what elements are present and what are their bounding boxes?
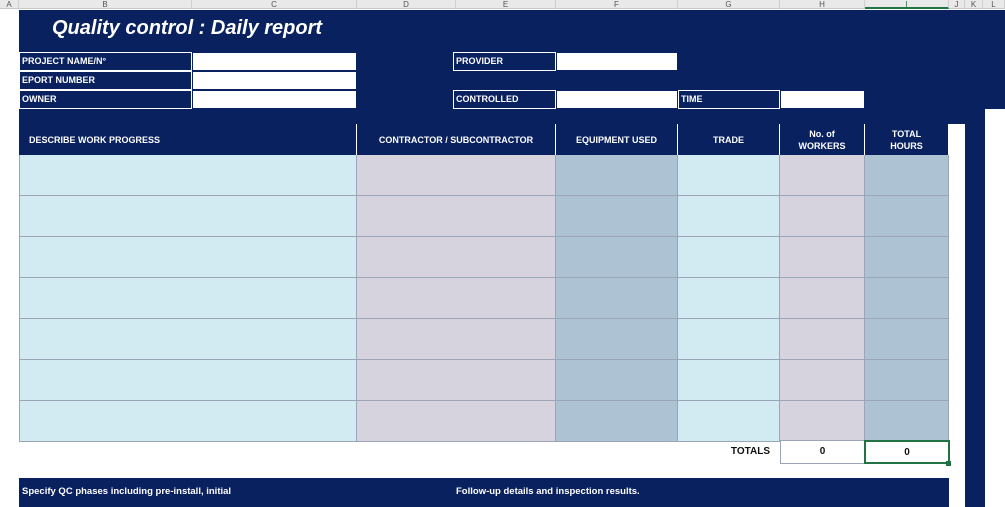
report-number-label: EPORT NUMBER [19, 71, 192, 90]
spreadsheet: A B C D E F G H I J K L Quality control … [0, 0, 1005, 507]
provider-label: PROVIDER [453, 52, 556, 71]
footer-follow-up: Follow-up details and inspection results… [456, 486, 640, 497]
column-header-a[interactable]: A [0, 0, 19, 9]
header-equipment: EQUIPMENT USED [556, 124, 678, 155]
describe-cell[interactable] [19, 401, 357, 442]
header-hours: TOTAL HOURS [865, 124, 949, 155]
contractor-cell[interactable] [357, 278, 556, 319]
column-header-k[interactable]: K [965, 0, 983, 9]
hours-cell[interactable] [865, 278, 949, 319]
column-header-j[interactable]: J [949, 0, 965, 9]
equipment-cell[interactable] [556, 196, 678, 237]
trade-cell[interactable] [678, 360, 780, 401]
equipment-cell[interactable] [556, 278, 678, 319]
workers-cell[interactable] [780, 319, 865, 360]
project-name-label: PROJECT NAME/N° [19, 52, 192, 71]
column-header-b[interactable]: B [19, 0, 192, 9]
equipment-cell[interactable] [556, 319, 678, 360]
equipment-cell[interactable] [556, 237, 678, 278]
contractor-cell[interactable] [357, 319, 556, 360]
report-number-field[interactable] [192, 71, 357, 90]
report-title: Quality control : Daily report [52, 17, 323, 39]
column-header-i[interactable]: I [865, 0, 949, 9]
project-name-field[interactable] [192, 52, 357, 71]
trade-cell[interactable] [678, 319, 780, 360]
describe-cell[interactable] [19, 319, 357, 360]
hours-cell[interactable] [865, 360, 949, 401]
hours-cell[interactable] [865, 196, 949, 237]
equipment-cell[interactable] [556, 360, 678, 401]
time-label: TIME [678, 90, 780, 109]
trade-cell[interactable] [678, 155, 780, 196]
contractor-cell[interactable] [357, 401, 556, 442]
column-header-l[interactable]: L [983, 0, 1005, 9]
describe-cell[interactable] [19, 278, 357, 319]
contractor-cell[interactable] [357, 155, 556, 196]
right-margin-band [965, 109, 985, 507]
describe-cell[interactable] [19, 237, 357, 278]
workers-cell[interactable] [780, 155, 865, 196]
workers-cell[interactable] [780, 196, 865, 237]
totals-label: TOTALS [730, 446, 770, 457]
header-contractor: CONTRACTOR / SUBCONTRACTOR [357, 124, 556, 155]
describe-cell[interactable] [19, 155, 357, 196]
column-header-bar: A B C D E F G H I J K L [0, 0, 1005, 9]
workers-cell[interactable] [780, 401, 865, 442]
workers-cell[interactable] [780, 278, 865, 319]
column-header-e[interactable]: E [456, 0, 556, 9]
header-trade: TRADE [678, 124, 780, 155]
footer-qc-phases: Specify QC phases including pre-install,… [22, 486, 232, 497]
column-header-g[interactable]: G [678, 0, 780, 9]
total-workers-cell[interactable]: 0 [780, 440, 865, 464]
contractor-cell[interactable] [357, 237, 556, 278]
selection-fill-handle[interactable] [946, 461, 951, 466]
contractor-cell[interactable] [357, 360, 556, 401]
workers-cell[interactable] [780, 237, 865, 278]
owner-field[interactable] [192, 90, 357, 109]
header-band [19, 109, 965, 124]
controlled-label: CONTROLLED [453, 90, 556, 109]
header-workers: No. of WORKERS [780, 124, 865, 155]
describe-cell[interactable] [19, 196, 357, 237]
header-describe-work: DESCRIBE WORK PROGRESS [19, 124, 357, 155]
column-header-c[interactable]: C [192, 0, 357, 9]
trade-cell[interactable] [678, 278, 780, 319]
total-hours-cell[interactable]: 0 [864, 440, 950, 464]
time-field[interactable] [780, 90, 865, 109]
controlled-field[interactable] [556, 90, 678, 109]
trade-cell[interactable] [678, 401, 780, 442]
hours-cell[interactable] [865, 401, 949, 442]
owner-label: OWNER [19, 90, 192, 109]
trade-cell[interactable] [678, 237, 780, 278]
hours-cell[interactable] [865, 319, 949, 360]
equipment-cell[interactable] [556, 401, 678, 442]
describe-cell[interactable] [19, 360, 357, 401]
column-header-h[interactable]: H [780, 0, 865, 9]
provider-field[interactable] [556, 52, 678, 71]
column-header-d[interactable]: D [357, 0, 456, 9]
hours-cell[interactable] [865, 155, 949, 196]
hours-cell[interactable] [865, 237, 949, 278]
workers-cell[interactable] [780, 360, 865, 401]
equipment-cell[interactable] [556, 155, 678, 196]
contractor-cell[interactable] [357, 196, 556, 237]
column-header-f[interactable]: F [556, 0, 678, 9]
trade-cell[interactable] [678, 196, 780, 237]
